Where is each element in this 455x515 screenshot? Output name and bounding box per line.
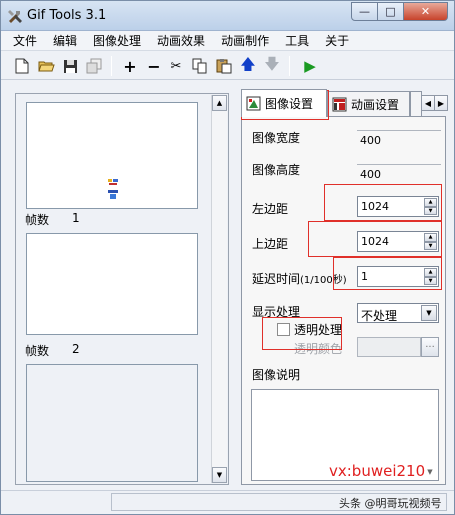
height-value: 400 — [357, 164, 441, 184]
maximize-button[interactable]: □ — [378, 2, 404, 21]
animation-settings-icon — [332, 97, 347, 111]
title-bar[interactable]: Gif Tools 3.1 — □ ✕ — [1, 1, 454, 31]
watermark-text: 头条 @明哥玩视频号 — [339, 497, 442, 510]
frame-2-number: 2 — [72, 342, 80, 356]
toolbar-separator — [289, 56, 290, 76]
top-margin-label: 上边距 — [252, 237, 289, 251]
close-button[interactable]: ✕ — [404, 2, 448, 21]
overlay-vx-text: vx:buwei210 — [329, 462, 426, 480]
play-icon[interactable]: ▶ — [301, 57, 319, 75]
tab-scroll-left-icon[interactable]: ◀ — [421, 95, 435, 111]
tab-animation-settings[interactable]: 动画设置 — [327, 91, 410, 116]
transparent-color-swatch — [357, 337, 421, 357]
frame-1-number: 1 — [72, 211, 80, 225]
annotation-box-transparent — [262, 317, 342, 350]
description-label: 图像说明 — [252, 368, 301, 382]
app-window: Gif Tools 3.1 — □ ✕ 文件 编辑 图像处理 动画效果 动画制作… — [0, 0, 455, 515]
menu-edit[interactable]: 编辑 — [45, 31, 85, 51]
height-label: 图像高度 — [252, 163, 301, 177]
color-picker-button[interactable]: ··· — [421, 337, 439, 357]
menu-animation-make[interactable]: 动画制作 — [213, 31, 277, 51]
display-select[interactable]: 不处理 ▼ — [357, 303, 439, 323]
menu-bar: 文件 编辑 图像处理 动画效果 动画制作 工具 关于 — [1, 31, 454, 51]
frames-scrollbar[interactable]: ▲ ▼ — [211, 95, 227, 483]
frames-panel: 帧数 1 帧数 2 ▲ ▼ — [15, 93, 229, 485]
image-settings-panel: 图像宽度 400 图像高度 400 左边距 1024 ▲ ▼ 上边距 1024 … — [241, 116, 446, 485]
move-up-icon[interactable]: 🡅 — [239, 55, 257, 75]
tools-icon — [8, 10, 22, 23]
width-label: 图像宽度 — [252, 131, 301, 145]
chevron-down-icon[interactable]: ▼ — [421, 305, 437, 321]
tab-animation-settings-label: 动画设置 — [351, 97, 400, 112]
save-icon[interactable] — [61, 57, 79, 75]
menu-animation-effects[interactable]: 动画效果 — [149, 31, 213, 51]
width-value: 400 — [357, 130, 441, 150]
move-down-icon: 🡇 — [264, 54, 280, 73]
frame-thumbnail-empty — [26, 364, 198, 482]
add-icon[interactable]: + — [121, 57, 139, 76]
open-folder-icon[interactable] — [37, 57, 55, 75]
remove-icon[interactable]: − — [145, 57, 163, 76]
delay-label-text: 延迟时间 — [252, 272, 301, 286]
frame-1-caption: 帧数 — [25, 213, 50, 227]
tab-image-settings[interactable]: 图像设置 — [241, 89, 327, 117]
menu-about[interactable]: 关于 — [317, 31, 357, 51]
cut-icon[interactable]: ✂ — [167, 57, 185, 75]
toolbar-separator — [111, 56, 112, 76]
toolbar: + − ✂ 🡅 🡇 ▶ — [1, 52, 454, 80]
scroll-down-arrow-icon[interactable]: ▼ — [212, 467, 227, 483]
frame-1-preview-icon — [108, 179, 118, 199]
tab-scroll-right-icon[interactable]: ▶ — [434, 95, 448, 111]
copy-icon[interactable] — [191, 57, 209, 75]
frame-thumbnail-2[interactable] — [26, 233, 198, 335]
menu-file[interactable]: 文件 — [5, 31, 45, 51]
frame-thumbnail-1[interactable] — [26, 102, 198, 209]
tab-image-settings-label: 图像设置 — [265, 97, 314, 111]
copy-frames-icon[interactable] — [85, 57, 103, 75]
frame-2-caption: 帧数 — [25, 344, 50, 358]
new-file-icon[interactable] — [13, 57, 31, 75]
annotation-box-left-margin — [324, 184, 442, 221]
menu-image-process[interactable]: 图像处理 — [85, 31, 149, 51]
minimize-button[interactable]: — — [351, 2, 378, 21]
image-settings-icon — [246, 96, 261, 111]
display-select-value: 不处理 — [361, 309, 398, 323]
window-controls: — □ ✕ — [351, 2, 448, 22]
left-margin-label: 左边距 — [252, 202, 289, 216]
menu-tools[interactable]: 工具 — [277, 31, 317, 51]
annotation-box-top-margin — [308, 221, 442, 257]
scroll-up-arrow-icon[interactable]: ▲ — [212, 95, 227, 111]
annotation-box-delay — [333, 257, 442, 290]
paste-icon[interactable] — [215, 57, 233, 75]
window-title: Gif Tools 3.1 — [27, 8, 107, 23]
